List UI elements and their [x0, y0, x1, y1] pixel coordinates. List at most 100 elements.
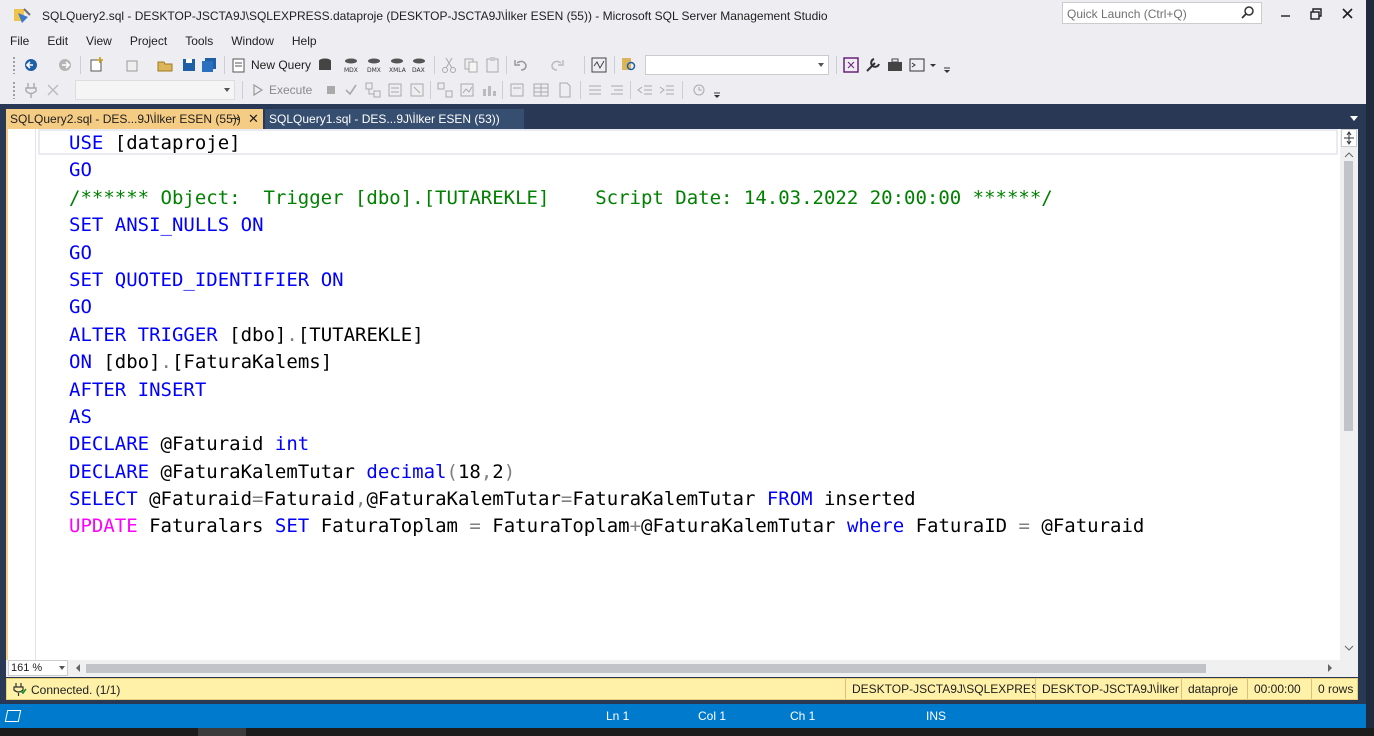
- results-to-grid-icon[interactable]: [532, 81, 550, 99]
- tab-sqlquery1[interactable]: SQLQuery1.sql - DES...9J\İlker ESEN (53)…: [265, 109, 524, 129]
- properties-icon[interactable]: [864, 56, 882, 74]
- query-options-icon[interactable]: [386, 81, 404, 99]
- toolbar-overflow-icon[interactable]: [942, 56, 952, 74]
- back-icon[interactable]: [22, 56, 40, 74]
- split-editor-icon[interactable]: [1341, 129, 1357, 147]
- display-plan-icon[interactable]: [364, 81, 382, 99]
- dmx-query-icon[interactable]: DMX: [365, 56, 383, 74]
- scroll-up-icon[interactable]: [1344, 151, 1354, 159]
- mdx-query-icon[interactable]: MDX: [342, 56, 360, 74]
- dax-query-icon[interactable]: DAX: [410, 56, 428, 74]
- editor-gutter: [8, 129, 36, 660]
- restore-icon[interactable]: [1302, 4, 1330, 24]
- code-line[interactable]: UPDATE Faturalars SET FaturaToplam = Fat…: [69, 513, 1144, 540]
- new-query-button[interactable]: New Query: [231, 56, 311, 74]
- code-token: /****** Object: Trigger [dbo].[TUTAREKLE…: [69, 186, 1053, 209]
- code-line[interactable]: SET ANSI_NULLS ON: [69, 212, 1144, 239]
- chevron-down-icon[interactable]: [928, 56, 938, 74]
- taskbar-item[interactable]: [198, 728, 246, 736]
- scroll-right-icon[interactable]: [1326, 663, 1334, 673]
- menu-edit[interactable]: Edit: [37, 32, 76, 50]
- add-item-icon[interactable]: [124, 56, 142, 74]
- increase-indent-icon[interactable]: [658, 81, 676, 99]
- save-icon[interactable]: [180, 56, 198, 74]
- code-line[interactable]: AS: [69, 404, 1144, 431]
- menu-help[interactable]: Help: [282, 32, 325, 50]
- sql-editor-toolbar: Execute: [0, 77, 1366, 103]
- tab-list-dropdown-icon[interactable]: [1350, 116, 1358, 121]
- results-to-text-icon[interactable]: [508, 81, 526, 99]
- redo-icon[interactable]: [548, 56, 566, 74]
- scroll-left-icon[interactable]: [74, 663, 82, 673]
- code-line[interactable]: DECLARE @Faturaid int: [69, 431, 1144, 458]
- toolbar-overflow-icon[interactable]: [712, 81, 722, 99]
- sql-code[interactable]: USE [dataproje] GO/****** Object: Trigger…: [69, 130, 1144, 541]
- results-to-file-icon[interactable]: [556, 81, 574, 99]
- code-line[interactable]: USE [dataproje]: [69, 130, 1144, 157]
- server-name: DESKTOP-JSCTA9J\SQLEXPRESS ...: [845, 679, 1035, 699]
- change-connection-icon[interactable]: [44, 81, 62, 99]
- menu-window[interactable]: Window: [221, 32, 282, 50]
- comment-out-icon[interactable]: [586, 81, 604, 99]
- intellisense-icon[interactable]: [408, 81, 426, 99]
- database-engine-query-icon[interactable]: [316, 56, 334, 74]
- connect-icon[interactable]: [22, 81, 40, 99]
- uncomment-icon[interactable]: [608, 81, 626, 99]
- code-token: 18: [457, 460, 481, 483]
- parse-icon[interactable]: [342, 81, 360, 99]
- code-line[interactable]: /****** Object: Trigger [dbo].[TUTAREKLE…: [69, 185, 1144, 212]
- copy-icon[interactable]: [462, 56, 480, 74]
- undo-icon[interactable]: [512, 56, 530, 74]
- cut-icon[interactable]: [440, 56, 458, 74]
- close-tab-icon[interactable]: ✕: [248, 109, 259, 129]
- save-all-icon[interactable]: [200, 56, 218, 74]
- code-line[interactable]: ON [dbo].[FaturaKalems]: [69, 349, 1144, 376]
- code-line[interactable]: GO: [69, 240, 1144, 267]
- query-editor[interactable]: USE [dataproje] GO/****** Object: Trigger…: [6, 129, 1358, 660]
- available-databases-combo[interactable]: [75, 80, 235, 100]
- client-statistics-icon[interactable]: [480, 81, 498, 99]
- minimize-icon[interactable]: [1272, 4, 1300, 24]
- tab-sqlquery2[interactable]: SQLQuery2.sql - DES...9J\İlker ESEN (55)…: [6, 109, 263, 129]
- open-file-icon[interactable]: [156, 56, 174, 74]
- menu-file[interactable]: File: [0, 32, 37, 50]
- command-window-icon[interactable]: [908, 56, 926, 74]
- toolbar-grip[interactable]: [12, 81, 16, 99]
- code-line[interactable]: AFTER INSERT: [69, 377, 1144, 404]
- activity-monitor-icon[interactable]: [590, 56, 608, 74]
- code-line[interactable]: SET QUOTED_IDENTIFIER ON: [69, 267, 1144, 294]
- zoom-select[interactable]: 161 %: [8, 660, 68, 676]
- menu-view[interactable]: View: [76, 32, 120, 50]
- cancel-query-icon[interactable]: [322, 81, 340, 99]
- find-combo[interactable]: [645, 55, 829, 75]
- code-line[interactable]: ALTER TRIGGER [dbo].[TUTAREKLE]: [69, 322, 1144, 349]
- paste-icon[interactable]: [484, 56, 502, 74]
- live-statistics-icon[interactable]: [458, 81, 476, 99]
- pin-icon[interactable]: ⊸: [231, 109, 240, 129]
- output-window-icon[interactable]: [4, 710, 22, 722]
- quick-launch-input[interactable]: Quick Launch (Ctrl+Q): [1062, 2, 1262, 24]
- specify-template-values-icon[interactable]: [690, 81, 708, 99]
- splitter-icon: [1344, 131, 1354, 145]
- scroll-thumb[interactable]: [1344, 161, 1353, 431]
- execute-button[interactable]: Execute: [252, 81, 312, 99]
- close-icon[interactable]: [1334, 4, 1362, 24]
- scroll-down-icon[interactable]: [1344, 644, 1354, 652]
- code-line[interactable]: GO: [69, 294, 1144, 321]
- code-line[interactable]: GO: [69, 157, 1144, 184]
- solution-explorer-icon[interactable]: [842, 56, 860, 74]
- toolbox-icon[interactable]: [886, 56, 904, 74]
- horizontal-scroll-thumb[interactable]: [86, 664, 1206, 673]
- menu-project[interactable]: Project: [120, 32, 175, 50]
- decrease-indent-icon[interactable]: [636, 81, 654, 99]
- menu-tools[interactable]: Tools: [175, 32, 221, 50]
- forward-icon[interactable]: [56, 56, 74, 74]
- code-line[interactable]: SELECT @Faturaid=Faturaid,@FaturaKalemTu…: [69, 486, 1144, 513]
- toolbar-grip[interactable]: [12, 56, 16, 74]
- include-actual-plan-icon[interactable]: [436, 81, 454, 99]
- xmla-query-icon[interactable]: XMLA: [388, 56, 406, 74]
- find-in-files-icon[interactable]: [620, 56, 638, 74]
- vertical-scrollbar[interactable]: [1340, 129, 1358, 660]
- new-project-icon[interactable]: [88, 56, 106, 74]
- code-line[interactable]: DECLARE @FaturaKalemTutar decimal(18,2): [69, 459, 1144, 486]
